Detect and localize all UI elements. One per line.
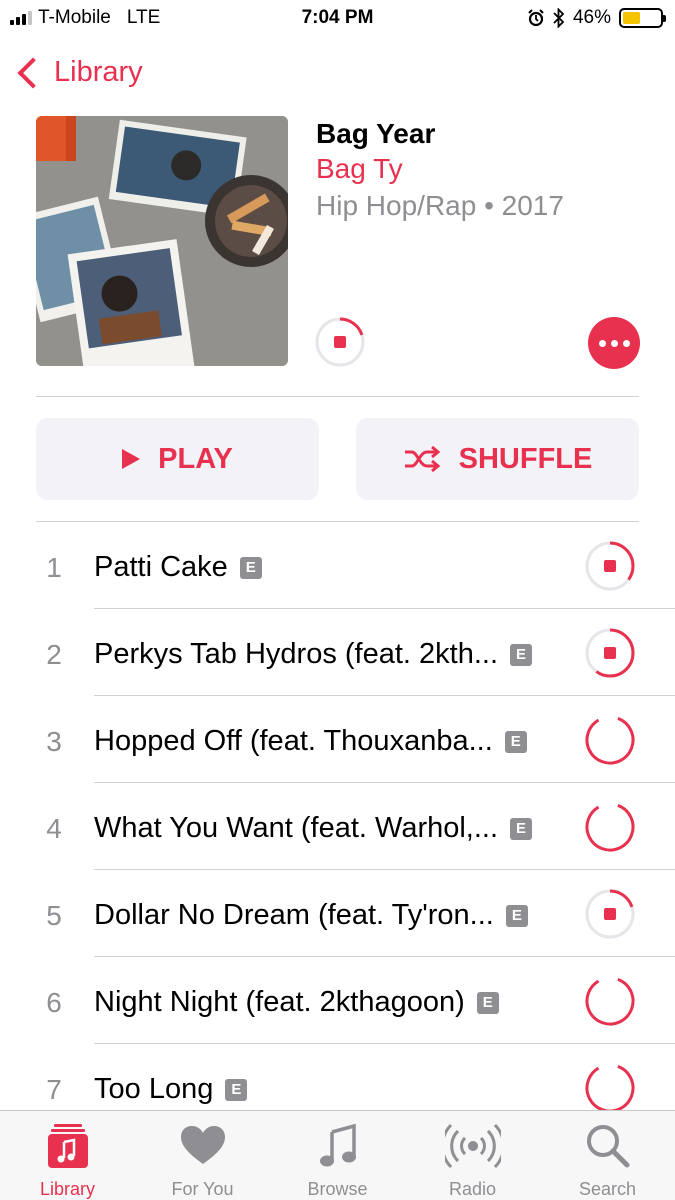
battery-icon xyxy=(619,8,666,28)
track-number: 4 xyxy=(46,813,62,844)
tab-browse[interactable]: Browse xyxy=(270,1111,405,1200)
explicit-badge: E xyxy=(510,817,533,840)
waiting-spinner-arc xyxy=(585,802,635,852)
album-artist[interactable]: Bag Ty xyxy=(316,153,403,185)
track-title: Hopped Off (feat. Thouxanba... xyxy=(94,725,493,757)
chevron-left-icon xyxy=(17,56,49,89)
tab-label: For You xyxy=(171,1179,234,1199)
bluetooth-icon xyxy=(553,8,565,28)
stop-square xyxy=(604,560,616,572)
explicit-badge: E xyxy=(239,556,262,579)
track-row[interactable]: 4 What You Want (feat. Warhol,... E xyxy=(0,783,675,870)
track-title: Night Night (feat. 2kthagoon) xyxy=(94,986,465,1018)
explicit-badge: E xyxy=(504,730,527,753)
header-divider xyxy=(36,396,639,397)
download-progress-icon[interactable] xyxy=(584,714,636,766)
heart-icon xyxy=(180,1123,225,1169)
status-right: 46% xyxy=(527,7,666,29)
track-title-wrap: What You Want (feat. Warhol,... E xyxy=(94,812,533,845)
waiting-spinner-arc xyxy=(585,976,635,1026)
explicit-badge: E xyxy=(505,904,528,927)
download-progress-icon[interactable] xyxy=(584,627,636,679)
play-label: PLAY xyxy=(158,442,233,475)
download-progress-icon[interactable] xyxy=(584,801,636,853)
tab-radio[interactable]: Radio xyxy=(405,1111,540,1200)
track-number: 7 xyxy=(46,1074,62,1105)
download-progress-icon[interactable] xyxy=(584,888,636,940)
shuffle-icon xyxy=(404,446,440,472)
play-button[interactable]: PLAY xyxy=(36,418,319,500)
library-icon xyxy=(47,1123,88,1169)
track-number: 2 xyxy=(46,639,62,670)
explicit-badge: E xyxy=(225,1078,248,1101)
play-icon xyxy=(122,449,141,469)
track-number: 5 xyxy=(46,900,62,931)
tab-label: Browse xyxy=(307,1179,368,1199)
track-title-wrap: Patti Cake E xyxy=(94,551,262,584)
track-number: 1 xyxy=(46,552,62,583)
track-title: Too Long xyxy=(94,1073,214,1105)
track-row[interactable]: 5 Dollar No Dream (feat. Ty'ron... E xyxy=(0,870,675,957)
explicit-badge: E xyxy=(510,643,533,666)
tab-label: Search xyxy=(578,1179,637,1199)
more-dot xyxy=(622,339,630,347)
search-icon xyxy=(586,1123,630,1169)
track-row[interactable]: 2 Perkys Tab Hydros (feat. 2kth... E xyxy=(0,609,675,696)
explicit-badge: E xyxy=(476,991,499,1014)
album-download-progress-icon[interactable] xyxy=(314,316,366,368)
album-genre-year: Hip Hop/Rap • 2017 xyxy=(316,190,564,221)
track-number: 6 xyxy=(46,987,62,1018)
waiting-spinner-arc xyxy=(585,1063,635,1113)
tab-label: Radio xyxy=(448,1179,497,1199)
track-title: Patti Cake xyxy=(94,551,228,583)
battery-percent: 46% xyxy=(572,7,611,28)
more-dot xyxy=(598,339,606,347)
tab-for-you[interactable]: For You xyxy=(135,1111,270,1200)
tab-bar: Library For You Browse Radio Search xyxy=(0,1110,675,1200)
music-note-icon xyxy=(318,1123,358,1169)
track-title: What You Want (feat. Warhol,... xyxy=(94,812,499,844)
track-row[interactable]: 3 Hopped Off (feat. Thouxanba... E xyxy=(0,696,675,783)
stop-square xyxy=(604,908,616,920)
track-title-wrap: Hopped Off (feat. Thouxanba... E xyxy=(94,725,527,758)
radio-icon xyxy=(444,1123,501,1169)
track-title-wrap: Dollar No Dream (feat. Ty'ron... E xyxy=(94,899,528,932)
track-number: 3 xyxy=(46,726,62,757)
download-progress-icon[interactable] xyxy=(584,540,636,592)
shuffle-button[interactable]: SHUFFLE xyxy=(356,418,639,500)
alarm-icon xyxy=(528,9,544,27)
more-dot xyxy=(610,339,618,347)
back-label: Library xyxy=(54,56,143,88)
track-title: Perkys Tab Hydros (feat. 2kth... xyxy=(94,638,499,670)
shuffle-label: SHUFFLE xyxy=(458,442,593,475)
back-button[interactable]: Library xyxy=(14,56,143,89)
status-bar: T-Mobile LTE 7:04 PM 46% xyxy=(0,0,675,38)
track-title-wrap: Too Long E xyxy=(94,1073,248,1106)
track-row[interactable]: 6 Night Night (feat. 2kthagoon) E xyxy=(0,957,675,1044)
download-progress-icon[interactable] xyxy=(584,975,636,1027)
album-title: Bag Year xyxy=(316,118,436,149)
track-title-wrap: Night Night (feat. 2kthagoon) E xyxy=(94,986,499,1019)
track-title-wrap: Perkys Tab Hydros (feat. 2kth... E xyxy=(94,638,533,671)
waiting-spinner-arc xyxy=(585,715,635,765)
tab-library[interactable]: Library xyxy=(0,1111,135,1200)
download-progress-icon[interactable] xyxy=(584,1062,636,1114)
album-artwork[interactable] xyxy=(36,116,288,366)
track-title: Dollar No Dream (feat. Ty'ron... xyxy=(94,899,494,931)
tab-search[interactable]: Search xyxy=(540,1111,675,1200)
more-options-button[interactable] xyxy=(588,317,640,369)
stop-square xyxy=(604,647,616,659)
tab-label: Library xyxy=(39,1179,96,1199)
track-row[interactable]: 1 Patti Cake E xyxy=(0,522,675,609)
